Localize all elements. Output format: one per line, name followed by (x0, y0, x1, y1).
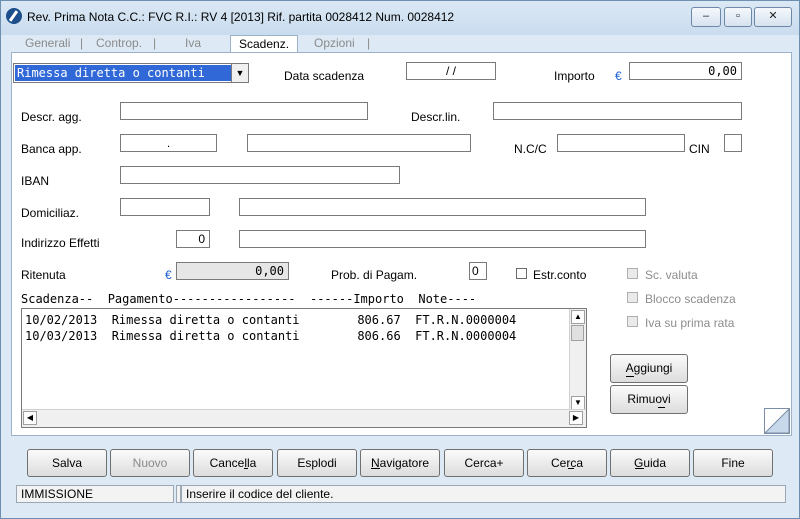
indirizzo-effetti-label: Indirizzo Effetti (21, 236, 100, 250)
importo-field[interactable]: 0,00 (629, 62, 742, 80)
tab-separator: | (367, 36, 371, 50)
main-window: Rev. Prima Nota C.C.: FVC R.I.: RV 4 [20… (0, 0, 800, 519)
domiciliaz-name-field[interactable] (239, 198, 646, 216)
descr-agg-label: Descr. agg. (21, 110, 82, 124)
prob-pagam-label: Prob. di Pagam. (331, 268, 418, 282)
sc-valuta-checkbox (627, 268, 638, 279)
cin-field[interactable] (724, 134, 742, 152)
iva-prima-rata-checkbox (627, 316, 638, 327)
mnemonic-underline (568, 468, 574, 469)
indirizzo-desc-field[interactable] (239, 230, 646, 248)
estr-conto-checkbox[interactable] (516, 268, 527, 279)
banca-app-label: Banca app. (21, 142, 82, 156)
blocco-scadenza-label: Blocco scadenza (645, 292, 736, 306)
euro-icon: € (615, 69, 622, 83)
iban-field[interactable] (120, 166, 400, 184)
sc-valuta-label: Sc. valuta (645, 268, 698, 282)
esplodi-button[interactable]: Esplodi (277, 449, 357, 477)
indirizzo-code-field[interactable]: 0 (176, 230, 210, 248)
navigatore-button[interactable]: Navigatore (360, 449, 440, 477)
cerca-button[interactable]: Cerca (527, 449, 607, 477)
domiciliaz-label: Domiciliaz. (21, 206, 80, 220)
rimuovi-button[interactable]: Rimuovi (610, 385, 688, 414)
app-icon (6, 8, 22, 24)
descr-lin-label: Descr.lin. (411, 110, 461, 124)
importo-label: Importo (554, 69, 595, 83)
aggiungi-label: Aggiungi (625, 361, 673, 375)
mnemonic-underline (244, 468, 248, 469)
blocco-scadenza-checkbox (627, 292, 638, 303)
window-title: Rev. Prima Nota C.C.: FVC R.I.: RV 4 [20… (27, 10, 455, 24)
scadenze-list[interactable]: 10/02/2013 Rimessa diretta o contanti 80… (21, 308, 587, 428)
euro-icon: € (165, 268, 172, 282)
resize-corner-icon (764, 408, 790, 434)
mnemonic-underline (371, 468, 380, 469)
tab-iva[interactable]: Iva (185, 36, 201, 50)
data-scadenza-label: Data scadenza (284, 69, 365, 83)
domiciliaz-code-field[interactable] (120, 198, 210, 216)
scroll-thumb[interactable] (571, 325, 584, 341)
tab-separator: | (80, 36, 84, 50)
scroll-right-icon[interactable]: ▶ (569, 411, 583, 425)
scroll-down-icon[interactable]: ▼ (571, 396, 585, 410)
ncc-field[interactable] (557, 134, 685, 152)
ritenuta-field: 0,00 (176, 262, 289, 280)
salva-button[interactable]: Salva (27, 449, 107, 477)
list-column-header: Scadenza-- Pagamento----------------- --… (21, 292, 477, 306)
cancella-label: Cancella (209, 456, 257, 470)
ncc-label: N.C/C (514, 142, 547, 156)
tab-separator: | (153, 36, 157, 50)
mnemonic-underline (626, 376, 634, 377)
mnemonic-underline (658, 407, 665, 408)
data-scadenza-field[interactable]: / / (406, 62, 496, 80)
chevron-down-icon[interactable]: ▼ (231, 64, 248, 82)
estr-conto-label: Estr.conto (533, 268, 587, 282)
tab-generali[interactable]: Generali (25, 36, 70, 50)
horizontal-scrollbar[interactable]: ◀ ▶ (22, 409, 586, 427)
tab-opzioni[interactable]: Opzioni (314, 36, 355, 50)
tab-bar: Generali | Controp. | Iva Scadenz. Opzio… (13, 35, 793, 52)
status-message: Inserire il codice del cliente. (181, 485, 786, 503)
aggiungi-button[interactable]: Aggiungi (610, 354, 688, 383)
payment-type-select[interactable]: Rimessa diretta o contanti ▼ (13, 63, 249, 83)
iva-prima-rata-label: Iva su prima rata (645, 316, 735, 330)
payment-type-value: Rimessa diretta o contanti (15, 65, 231, 81)
banca-app-name-field[interactable] (247, 134, 471, 152)
nuovo-button: Nuovo (110, 449, 190, 477)
tab-controp[interactable]: Controp. (96, 36, 142, 50)
cerca-label: Cerca (550, 456, 583, 470)
cancella-button[interactable]: Cancella (193, 449, 273, 477)
status-mode: IMMISSIONE (16, 485, 174, 503)
cin-label: CIN (689, 142, 710, 156)
list-item[interactable]: 10/02/2013 Rimessa diretta o contanti 80… (25, 313, 516, 327)
maximize-button[interactable]: ▫ (724, 7, 752, 27)
fine-button[interactable]: Fine (693, 449, 773, 477)
prob-pagam-field[interactable]: 0 (469, 262, 487, 280)
ritenuta-label: Ritenuta (21, 268, 66, 282)
scroll-up-icon[interactable]: ▲ (571, 310, 585, 324)
rimuovi-label: Rimuovi (627, 392, 671, 406)
banca-app-code-field[interactable]: . (120, 134, 217, 152)
close-button[interactable]: ✕ (754, 7, 792, 27)
guida-button[interactable]: Guida (610, 449, 690, 477)
descr-lin-field[interactable] (493, 102, 742, 120)
title-bar[interactable]: Rev. Prima Nota C.C.: FVC R.I.: RV 4 [20… (1, 1, 799, 35)
tab-scadenz[interactable]: Scadenz. (230, 35, 299, 52)
vertical-scrollbar[interactable]: ▲ ▼ (569, 309, 586, 412)
list-item[interactable]: 10/03/2013 Rimessa diretta o contanti 80… (25, 329, 516, 343)
mnemonic-underline (635, 468, 644, 469)
scroll-left-icon[interactable]: ◀ (23, 411, 37, 425)
cerca-plus-button[interactable]: Cerca+ (444, 449, 524, 477)
descr-agg-field[interactable] (120, 102, 368, 120)
iban-label: IBAN (21, 174, 50, 188)
minimize-button[interactable]: – (691, 7, 721, 27)
